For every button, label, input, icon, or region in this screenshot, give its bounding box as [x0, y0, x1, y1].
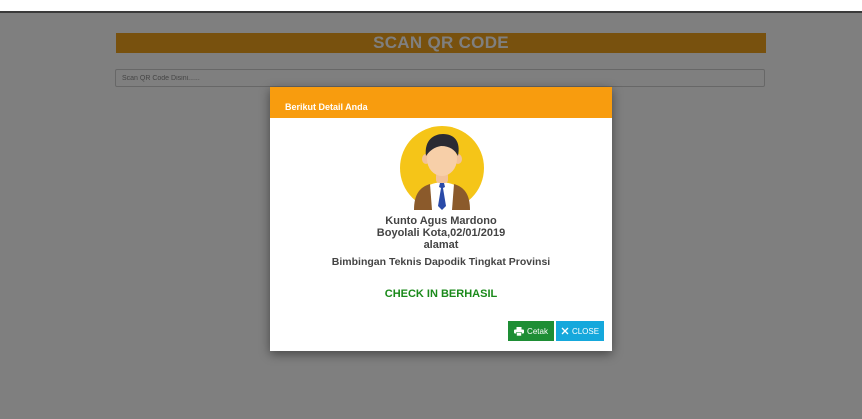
- close-button-label: CLOSE: [571, 326, 600, 336]
- participant-birth: Boyolali Kota,02/01/2019: [376, 227, 506, 239]
- close-button[interactable]: CLOSE: [556, 321, 604, 341]
- participant-name: Kunto Agus Mardono: [385, 215, 497, 227]
- print-button[interactable]: Cetak: [508, 321, 554, 341]
- checkin-status: CHECK IN BERHASIL: [384, 288, 498, 300]
- participant-address: alamat: [423, 239, 459, 251]
- close-icon: [561, 327, 569, 335]
- modal-title: Berikut Detail Anda: [285, 102, 368, 112]
- printer-icon: [514, 326, 525, 336]
- user-avatar-icon: [400, 126, 484, 210]
- event-name: Bimbingan Teknis Dapodik Tingkat Provins…: [331, 256, 551, 268]
- print-button-label: Cetak: [527, 326, 548, 336]
- modal-header: Berikut Detail Anda: [270, 87, 612, 118]
- detail-modal: Berikut Detail Anda Kunto Agus Mardono B…: [270, 87, 612, 351]
